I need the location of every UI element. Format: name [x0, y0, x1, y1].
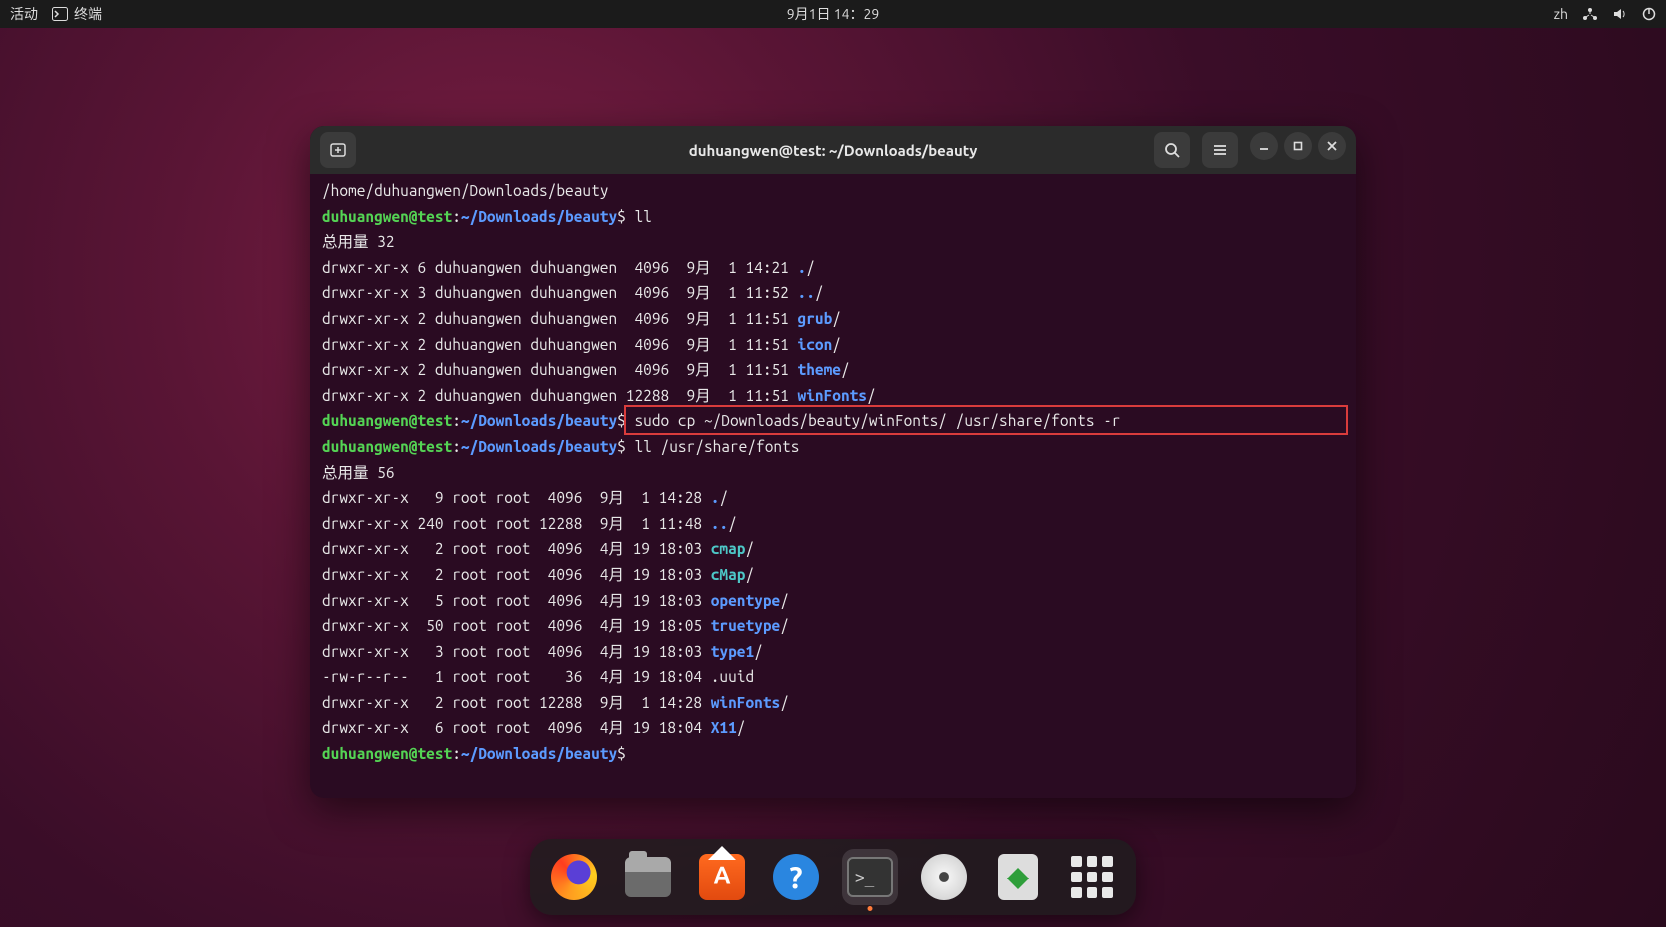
current-app-indicator[interactable]: 终端: [52, 4, 102, 24]
dock-disc[interactable]: [916, 849, 972, 905]
network-icon[interactable]: [1582, 7, 1598, 21]
annotation-highlight-box: [624, 405, 1348, 435]
dock: ? >_: [530, 839, 1136, 915]
terminal-line: drwxr-xr-x 3 duhuangwen duhuangwen 4096 …: [322, 280, 1344, 306]
dock-show-apps[interactable]: [1064, 849, 1120, 905]
disc-icon: [921, 854, 967, 900]
terminal-line: duhuangwen@test:~/Downloads/beauty$ ll /…: [322, 434, 1344, 460]
dock-help[interactable]: ?: [768, 849, 824, 905]
terminal-line: duhuangwen@test:~/Downloads/beauty$ ll: [322, 204, 1344, 230]
current-app-label: 终端: [74, 4, 102, 24]
power-icon[interactable]: [1642, 7, 1656, 21]
minimize-icon: [1258, 140, 1270, 152]
new-tab-button[interactable]: [320, 132, 356, 168]
terminal-line: /home/duhuangwen/Downloads/beauty: [322, 178, 1344, 204]
firefox-icon: [551, 854, 597, 900]
terminal-line: 总用量 56: [322, 460, 1344, 486]
clock[interactable]: 9月1日 14：29: [787, 4, 880, 24]
trash-icon: [998, 854, 1038, 900]
terminal-line: drwxr-xr-x 9 root root 4096 9月 1 14:28 .…: [322, 485, 1344, 511]
search-button[interactable]: [1154, 132, 1190, 168]
terminal-body[interactable]: /home/duhuangwen/Downloads/beautyduhuang…: [310, 174, 1356, 798]
volume-icon[interactable]: [1612, 7, 1628, 21]
terminal-line: drwxr-xr-x 2 duhuangwen duhuangwen 4096 …: [322, 332, 1344, 358]
terminal-line: drwxr-xr-x 240 root root 12288 9月 1 11:4…: [322, 511, 1344, 537]
terminal-line: drwxr-xr-x 2 root root 4096 4月 19 18:03 …: [322, 536, 1344, 562]
maximize-icon: [1292, 140, 1304, 152]
terminal-line: drwxr-xr-x 6 duhuangwen duhuangwen 4096 …: [322, 255, 1344, 281]
terminal-icon: >_: [847, 857, 893, 897]
terminal-line: drwxr-xr-x 2 root root 12288 9月 1 14:28 …: [322, 690, 1344, 716]
terminal-line: drwxr-xr-x 2 root root 4096 4月 19 18:03 …: [322, 562, 1344, 588]
activities-button[interactable]: 活动: [10, 4, 38, 24]
close-button[interactable]: [1318, 132, 1346, 160]
terminal-line: -rw-r--r-- 1 root root 36 4月 19 18:04 .u…: [322, 664, 1344, 690]
terminal-window: duhuangwen@test: ~/Downloads/beauty /hom…: [310, 126, 1356, 798]
maximize-button[interactable]: [1284, 132, 1312, 160]
terminal-line: drwxr-xr-x 6 root root 4096 4月 19 18:04 …: [322, 715, 1344, 741]
terminal-line: duhuangwen@test:~/Downloads/beauty$: [322, 741, 1344, 767]
dock-software[interactable]: [694, 849, 750, 905]
dock-trash[interactable]: [990, 849, 1046, 905]
window-titlebar[interactable]: duhuangwen@test: ~/Downloads/beauty: [310, 126, 1356, 174]
menu-button[interactable]: [1202, 132, 1238, 168]
terminal-line: 总用量 32: [322, 229, 1344, 255]
terminal-line: drwxr-xr-x 2 duhuangwen duhuangwen 4096 …: [322, 357, 1344, 383]
files-icon: [625, 857, 671, 897]
dock-firefox[interactable]: [546, 849, 602, 905]
window-title: duhuangwen@test: ~/Downloads/beauty: [689, 142, 978, 159]
terminal-small-icon: [52, 7, 68, 21]
top-bar: 活动 终端 9月1日 14：29 zh: [0, 0, 1666, 28]
apps-grid-icon: [1071, 856, 1113, 898]
dock-terminal[interactable]: >_: [842, 849, 898, 905]
input-method-indicator[interactable]: zh: [1554, 6, 1568, 22]
terminal-line: drwxr-xr-x 50 root root 4096 4月 19 18:05…: [322, 613, 1344, 639]
minimize-button[interactable]: [1250, 132, 1278, 160]
hamburger-icon: [1211, 141, 1229, 159]
terminal-line: drwxr-xr-x 5 root root 4096 4月 19 18:03 …: [322, 588, 1344, 614]
search-icon: [1163, 141, 1181, 159]
dock-files[interactable]: [620, 849, 676, 905]
new-tab-icon: [329, 141, 347, 159]
terminal-line: drwxr-xr-x 2 duhuangwen duhuangwen 4096 …: [322, 306, 1344, 332]
terminal-line: drwxr-xr-x 3 root root 4096 4月 19 18:03 …: [322, 639, 1344, 665]
help-icon: ?: [773, 854, 819, 900]
close-icon: [1326, 140, 1338, 152]
software-center-icon: [699, 854, 745, 900]
